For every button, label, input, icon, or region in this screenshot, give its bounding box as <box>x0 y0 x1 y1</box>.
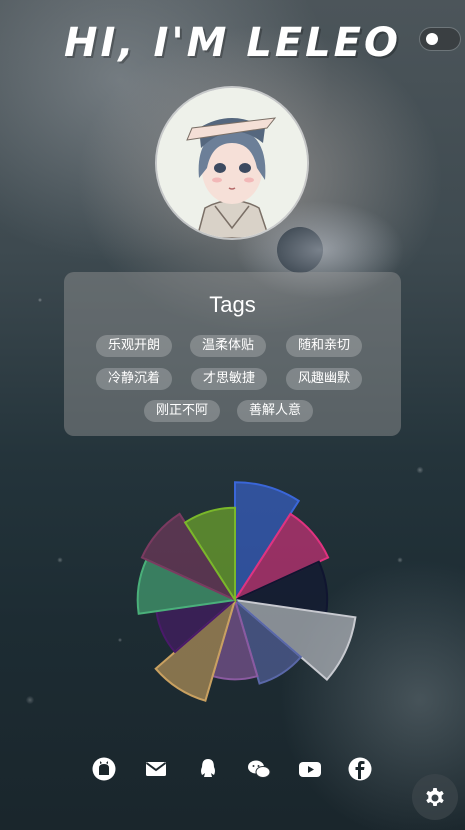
wechat-icon <box>248 760 271 778</box>
tags-card: Tags 乐观开朗 温柔体贴 随和亲切 冷静沉着 才思敏捷 风趣幽默 刚正不阿 … <box>64 272 401 436</box>
mail-link[interactable] <box>144 757 168 781</box>
qq-icon <box>201 759 215 777</box>
github-icon <box>92 757 116 781</box>
tag-item[interactable]: 乐观开朗 <box>96 335 173 357</box>
youtube-link[interactable] <box>298 757 322 781</box>
anime-girl-avatar-icon <box>157 88 307 238</box>
tag-item[interactable]: 刚正不阿 <box>144 400 221 422</box>
tag-item[interactable]: 随和亲切 <box>286 335 363 357</box>
settings-button[interactable] <box>412 774 458 820</box>
tag-item[interactable]: 温柔体贴 <box>190 335 267 357</box>
rose-chart <box>108 465 363 720</box>
avatar <box>157 88 307 238</box>
mail-icon <box>145 762 167 776</box>
wechat-link[interactable] <box>247 757 271 781</box>
tag-item[interactable]: 冷静沉着 <box>96 368 173 390</box>
facebook-icon <box>348 757 372 781</box>
theme-toggle[interactable] <box>420 28 460 50</box>
github-link[interactable] <box>92 757 116 781</box>
gear-icon <box>426 788 444 806</box>
tag-item[interactable]: 善解人意 <box>237 400 314 422</box>
rose-chart-svg <box>136 481 357 702</box>
page-title: HI, I'M LELEO <box>64 20 401 66</box>
toggle-knob <box>426 33 438 45</box>
youtube-icon <box>299 762 321 777</box>
tag-item[interactable]: 风趣幽默 <box>286 368 363 390</box>
facebook-link[interactable] <box>348 757 372 781</box>
qq-link[interactable] <box>196 757 220 781</box>
tags-title: Tags <box>209 292 256 317</box>
tag-item[interactable]: 才思敏捷 <box>191 368 268 390</box>
